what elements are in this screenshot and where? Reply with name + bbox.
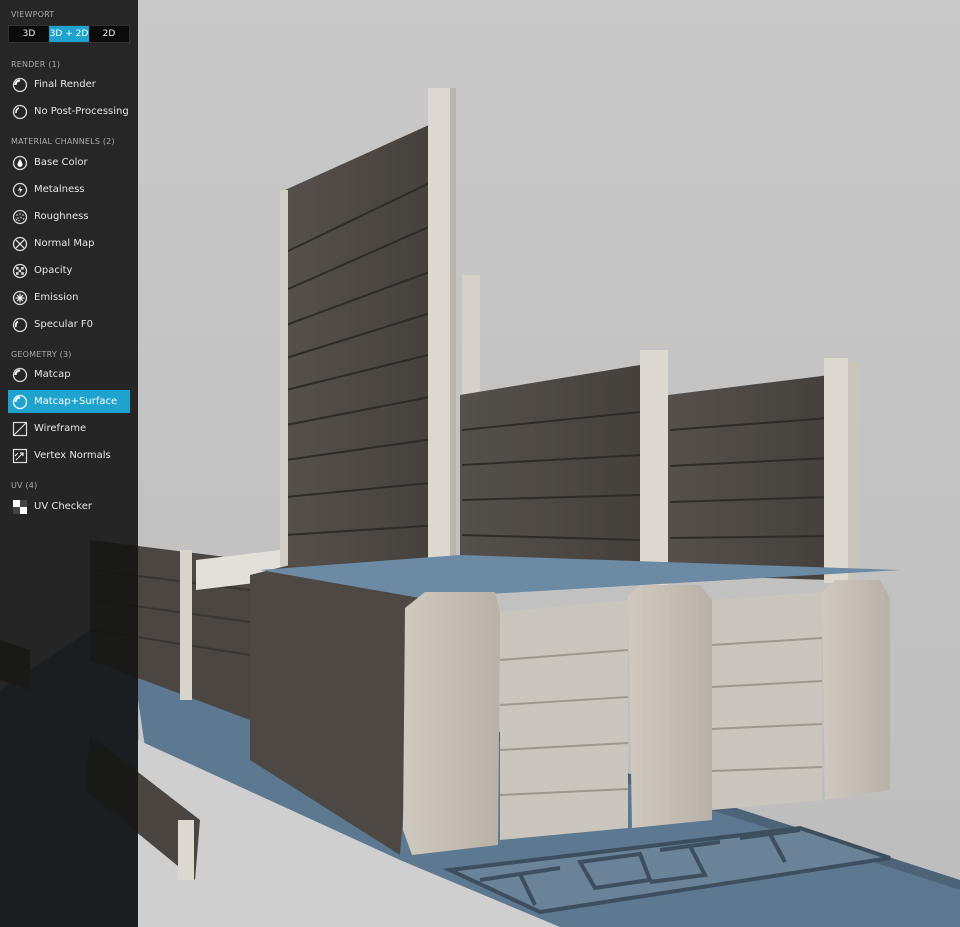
metalness-label: Metalness bbox=[34, 184, 85, 195]
wireframe-icon bbox=[11, 420, 29, 438]
no-post-processing-icon bbox=[11, 103, 29, 121]
render-section-title: RENDER (1) bbox=[11, 60, 61, 69]
emission-icon bbox=[11, 289, 29, 307]
base-color-icon bbox=[11, 154, 29, 172]
matcap-surface-item[interactable]: Matcap+Surface bbox=[8, 390, 130, 413]
roughness-item[interactable]: Roughness bbox=[8, 205, 130, 228]
geometry-section-title: GEOMETRY (3) bbox=[11, 350, 72, 359]
uv-checker-icon bbox=[11, 498, 29, 516]
no-post-processing-label: No Post-Processing bbox=[34, 106, 129, 117]
uv-checker-label: UV Checker bbox=[34, 501, 93, 512]
viewport-2d-button[interactable]: 2D bbox=[89, 26, 129, 42]
normal-map-item[interactable]: Normal Map bbox=[8, 232, 130, 255]
vertex-normals-icon bbox=[11, 447, 29, 465]
opacity-item[interactable]: Opacity bbox=[8, 259, 130, 282]
viewport-section-title: VIEWPORT bbox=[11, 10, 55, 19]
opacity-icon bbox=[11, 262, 29, 280]
3d-viewport[interactable] bbox=[0, 0, 960, 927]
viewport-3d-button[interactable]: 3D bbox=[9, 26, 49, 42]
material-channels-section-title: MATERIAL CHANNELS (2) bbox=[11, 137, 115, 146]
final-render-icon bbox=[11, 76, 29, 94]
normal-map-icon bbox=[11, 235, 29, 253]
viewport-mode-selector: 3D 3D + 2D 2D bbox=[8, 25, 130, 43]
matcap-surface-icon bbox=[11, 393, 29, 411]
base-color-item[interactable]: Base Color bbox=[8, 151, 130, 174]
emission-item[interactable]: Emission bbox=[8, 286, 130, 309]
wireframe-label: Wireframe bbox=[34, 423, 87, 434]
matcap-icon bbox=[11, 366, 29, 384]
matcap-surface-label: Matcap+Surface bbox=[34, 396, 118, 407]
normal-map-label: Normal Map bbox=[34, 238, 95, 249]
uv-checker-item[interactable]: UV Checker bbox=[8, 495, 130, 518]
final-render-label: Final Render bbox=[34, 79, 96, 90]
specular-icon bbox=[11, 316, 29, 334]
roughness-icon bbox=[11, 208, 29, 226]
metalness-icon bbox=[11, 181, 29, 199]
vertex-normals-item[interactable]: Vertex Normals bbox=[8, 444, 130, 467]
opacity-label: Opacity bbox=[34, 265, 73, 276]
metalness-item[interactable]: Metalness bbox=[8, 178, 130, 201]
render-mode-panel: VIEWPORT 3D 3D + 2D 2D RENDER (1) Final … bbox=[0, 0, 138, 927]
wireframe-item[interactable]: Wireframe bbox=[8, 417, 130, 440]
matcap-item[interactable]: Matcap bbox=[8, 363, 130, 386]
base-color-label: Base Color bbox=[34, 157, 88, 168]
emission-label: Emission bbox=[34, 292, 79, 303]
specular-f0-label: Specular F0 bbox=[34, 319, 93, 330]
viewport-3d-2d-button[interactable]: 3D + 2D bbox=[49, 26, 89, 42]
roughness-label: Roughness bbox=[34, 211, 89, 222]
no-post-processing-item[interactable]: No Post-Processing bbox=[8, 100, 130, 123]
uv-section-title: UV (4) bbox=[11, 481, 38, 490]
final-render-item[interactable]: Final Render bbox=[8, 73, 130, 96]
matcap-label: Matcap bbox=[34, 369, 71, 380]
stone-pillar-left bbox=[403, 592, 500, 855]
specular-f0-item[interactable]: Specular F0 bbox=[8, 313, 130, 336]
vertex-normals-label: Vertex Normals bbox=[34, 450, 111, 461]
